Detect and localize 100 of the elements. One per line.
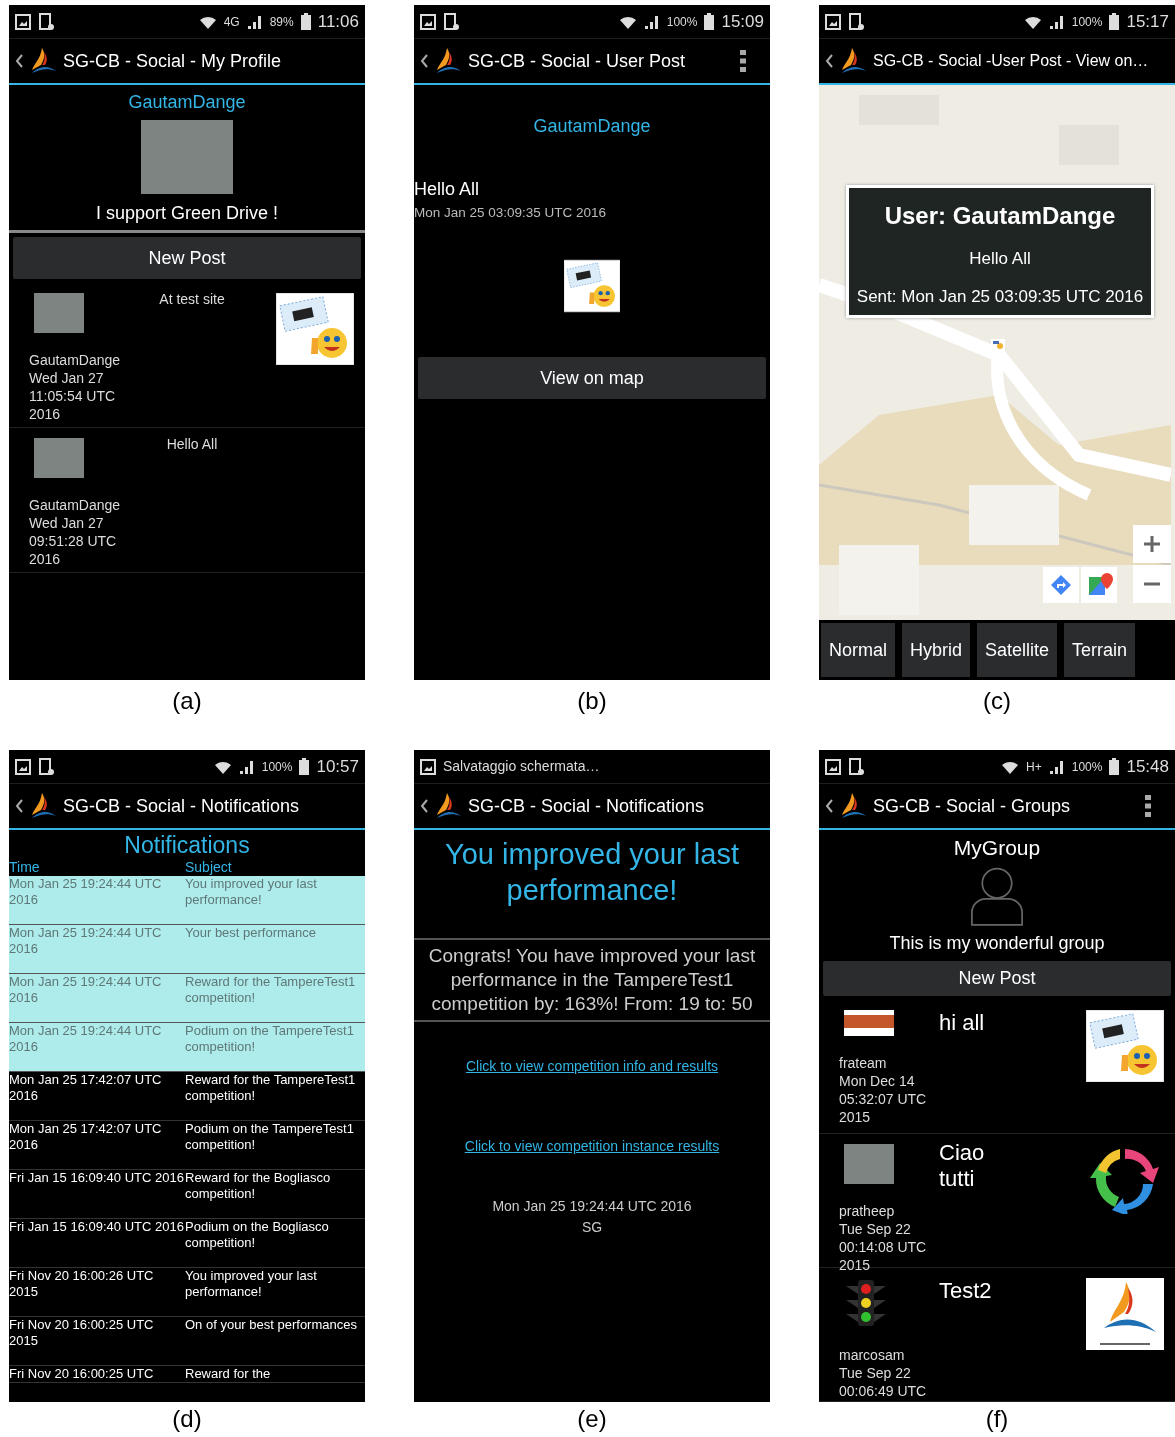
view-on-map-button[interactable]: View on map <box>418 357 766 400</box>
overflow-menu-icon[interactable] <box>1145 795 1151 817</box>
notification-row[interactable]: Mon Jan 25 19:24:44 UTC 2016 Podium on the TampereTest1 competition! <box>9 1023 365 1072</box>
table-cell-text: Reward for the Bogliasco competition! <box>185 1170 332 1203</box>
app-title: SG-CB - Social - My Profile <box>63 49 283 73</box>
notification-row[interactable]: Mon Jan 25 19:24:44 UTC 2016 Your best performance <box>9 925 365 974</box>
image-icon <box>420 13 436 30</box>
table-cell-text: Mon Jan 25 19:24:44 UTC 2016 <box>9 974 163 1007</box>
chevron-icon[interactable] <box>825 799 833 813</box>
table-cell-text: Fri Nov 20 16:00:25 UTC <box>9 1366 155 1382</box>
battery-level: 89% <box>269 13 294 31</box>
competition-link[interactable]: Click to view competition instance results <box>464 1138 720 1154</box>
phone-icon <box>848 12 864 31</box>
table-cell-text: Your best performance <box>185 925 318 942</box>
app-title: SG-CB - Social - Groups <box>873 794 1072 818</box>
table-cell-text: Fri Nov 20 16:00:25 UTC 2015 <box>9 1317 155 1350</box>
notification-sender: SG <box>580 1218 604 1237</box>
directions-icon[interactable] <box>1043 567 1079 603</box>
chevron-icon[interactable] <box>420 54 428 68</box>
notification-row[interactable]: Mon Jan 25 17:42:07 UTC 2016 Podium on the TampereTest1 competition! <box>9 1121 365 1170</box>
network-indicator: H+ <box>1026 758 1042 776</box>
map-type-button[interactable]: Hybrid <box>902 623 971 677</box>
post-date: Tue Sep 22 00:14:08 UTC 2015 <box>839 1220 928 1274</box>
table-cell-text: Mon Jan 25 17:42:07 UTC 2016 <box>9 1072 163 1105</box>
team-logo-image <box>844 1010 894 1036</box>
table-cell-text: Fri Jan 15 16:09:40 UTC 2016 <box>9 1170 185 1187</box>
battery-icon <box>704 13 715 30</box>
map-type-button[interactable]: Normal <box>821 623 895 677</box>
notification-row[interactable]: Mon Jan 25 19:24:44 UTC 2016 You improved your last performance! <box>9 876 365 925</box>
signal-icon <box>643 13 660 30</box>
notification-row[interactable]: Fri Nov 20 16:00:25 UTC 2015 On of your best performances <box>9 1317 365 1366</box>
table-cell-text: Reward for the TampereTest1 competition! <box>185 1072 357 1105</box>
competition-link[interactable]: Click to view competition info and results <box>465 1058 719 1074</box>
table-cell-text: Podium on the TampereTest1 competition! <box>185 1121 355 1154</box>
map-type-button[interactable]: Terrain <box>1064 623 1136 677</box>
image-icon <box>15 13 31 30</box>
info-title: User: GautamDange <box>883 201 1117 231</box>
table-cell-text: On of your best performances <box>185 1317 358 1334</box>
app-title: SG-CB - Social - User Post <box>468 49 687 73</box>
zoom-in-icon[interactable] <box>1133 525 1171 563</box>
post-author: GautamDange <box>29 496 122 514</box>
battery-icon <box>300 13 311 30</box>
post-date: Wed Jan 27 11:05:54 UTC 2016 <box>29 369 117 423</box>
maps-app-icon[interactable] <box>1081 567 1117 603</box>
notification-row[interactable]: Fri Jan 15 16:09:40 UTC 2016Reward for the Bogliasco competition! <box>9 1170 365 1219</box>
clock-time: 10:57 <box>316 755 359 778</box>
notification-row[interactable]: Mon Jan 25 19:24:44 UTC 2016 Reward for the TampereTest1 competition! <box>9 974 365 1023</box>
chevron-icon[interactable] <box>15 54 23 68</box>
battery-level: 100% <box>1071 758 1103 776</box>
clock-time: 15:17 <box>1126 10 1169 33</box>
info-message: Hello All <box>968 248 1032 270</box>
post-date: Mon Dec 14 05:32:07 UTC 2015 <box>839 1072 928 1126</box>
notification-text: Salvataggio schermata… <box>443 757 600 776</box>
group-name: MyGroup <box>952 835 1042 861</box>
battery-level: 100% <box>261 758 293 776</box>
app-title: SG-CB - Social - Notifications <box>468 794 706 818</box>
table-cell-text: Mon Jan 25 19:24:44 UTC 2016 <box>9 925 163 958</box>
table-cell-text: Podium on the TampereTest1 competition! <box>185 1023 355 1056</box>
battery-level: 100% <box>1071 13 1103 31</box>
signal-icon <box>246 13 263 30</box>
notification-row[interactable]: Fri Nov 20 16:00:26 UTC 2015 You improved your last performance! <box>9 1268 365 1317</box>
image-icon <box>420 758 436 775</box>
table-cell-text: You improved your last performance! <box>185 876 318 909</box>
notifications-heading: Notifications <box>123 831 251 859</box>
figure-caption: (f) <box>985 1404 1009 1434</box>
chevron-icon[interactable] <box>825 54 833 68</box>
traffic-light-icon <box>844 1278 888 1328</box>
post-author: frateam <box>839 1054 888 1072</box>
post-author: GautamDange <box>29 351 122 369</box>
notification-row[interactable]: Fri Nov 20 16:00:25 UTC Reward for the <box>9 1366 365 1383</box>
chevron-icon[interactable] <box>15 799 23 813</box>
chevron-icon[interactable] <box>420 799 428 813</box>
notification-row[interactable]: Fri Jan 15 16:09:40 UTC 2016Podium on the Bogliasco competition! <box>9 1219 365 1268</box>
table-cell-text: Podium on the Bogliasco competition! <box>185 1219 330 1252</box>
zoom-out-icon[interactable] <box>1133 565 1171 603</box>
app-title: SG-CB - Social - Notifications <box>63 794 301 818</box>
battery-icon <box>299 758 310 775</box>
info-sent: Sent: Mon Jan 25 03:09:35 UTC 2016 <box>855 285 1145 308</box>
overflow-menu-icon[interactable] <box>740 50 746 72</box>
table-cell-text: Reward for the <box>185 1366 272 1382</box>
new-post-button[interactable]: New Post <box>13 237 361 279</box>
post-text: hi all <box>939 1010 986 1036</box>
table-cell-text: Mon Jan 25 19:24:44 UTC 2016 <box>9 1023 163 1056</box>
clock-time: 11:06 <box>317 10 359 33</box>
figure-caption: (e) <box>577 1404 607 1434</box>
username: GautamDange <box>127 91 247 114</box>
image-icon <box>825 13 841 30</box>
new-post-button[interactable]: New Post <box>823 961 1171 996</box>
post-date: Mon Jan 25 03:09:35 UTC 2016 <box>414 204 608 222</box>
notification-row[interactable]: Mon Jan 25 17:42:07 UTC 2016 Reward for the TampereTest1 competition! <box>9 1072 365 1121</box>
image-icon <box>15 758 31 775</box>
post-date: Tue Sep 22 00:06:49 UTC <box>839 1364 928 1400</box>
phone-icon <box>38 757 54 776</box>
table-cell-text: Fri Jan 15 16:09:40 UTC 2016 <box>9 1219 185 1236</box>
post-author: pratheep <box>839 1202 896 1220</box>
map-type-button[interactable]: Satellite <box>977 623 1058 677</box>
avatar-photo-placeholder <box>34 293 84 333</box>
post-text: Test2 <box>939 1278 993 1304</box>
sticker-image <box>564 259 620 314</box>
signal-icon <box>1048 758 1065 775</box>
